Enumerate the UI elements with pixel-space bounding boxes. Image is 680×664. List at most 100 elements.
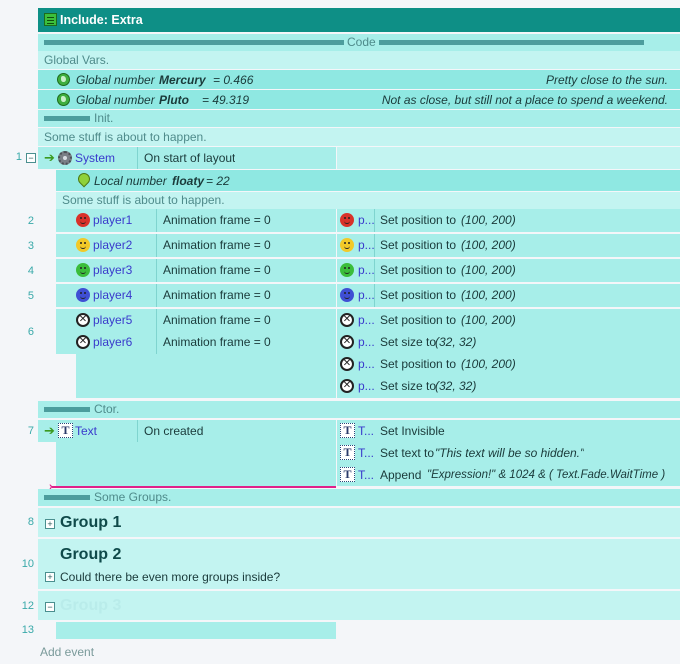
line-number: 7 (27, 425, 34, 437)
var-comment: Not as close, but still not a place to s… (381, 93, 668, 107)
object-name: player2 (93, 238, 133, 252)
face-icon (76, 288, 90, 302)
var-kind: Global number (76, 73, 155, 87)
action-object: T... (358, 424, 375, 438)
add-event-link[interactable]: Add event (40, 645, 94, 659)
header-title: Include: Extra (60, 13, 143, 27)
event-6-conditions[interactable]: ✕ player5 Animation frame = 0 ✕ player6 … (56, 309, 336, 354)
event-condition-row[interactable]: player4 Animation frame = 0 (56, 284, 336, 307)
event-7-condition-row[interactable]: ➔ T Text On created (38, 420, 336, 442)
global-var-row[interactable]: Global number Pluto = 49.319 Not as clos… (38, 90, 680, 109)
event-1-condition-row[interactable]: ➔ System On start of layout (38, 147, 336, 169)
group-description: Could there be even more groups inside? (60, 570, 281, 584)
event-7-actions[interactable]: T T... Set Invisible T T... Set text to … (337, 420, 680, 486)
group-1[interactable]: + Group 1 (38, 508, 680, 537)
x-face-icon: ✕ (76, 313, 90, 327)
expand-toggle[interactable]: + (45, 572, 55, 582)
event-comment[interactable]: Some stuff is about to happen. (56, 192, 680, 209)
globe-icon (57, 73, 70, 86)
action-params: (32, 32) (435, 335, 477, 349)
face-icon (76, 238, 90, 252)
action-text: Append (380, 468, 422, 482)
group-title: Group 3 (60, 597, 122, 614)
object-name: player1 (93, 213, 133, 227)
group-2[interactable]: Group 2 + Could there be even more group… (38, 539, 680, 589)
x-face-icon: ✕ (340, 313, 354, 327)
text-object-icon: T (340, 467, 355, 482)
action-text: Set position to (380, 288, 457, 302)
action-text: Set text to (380, 446, 435, 460)
line-number: 8 (27, 516, 34, 528)
action-object: p... (358, 288, 375, 302)
line-number: 2 (27, 215, 34, 227)
object-name: player3 (93, 263, 133, 277)
face-icon (340, 288, 354, 302)
object-name: player6 (93, 335, 133, 349)
event-1-actions[interactable] (337, 147, 680, 169)
action-params: "Expression!" & 1024 & ( Text.Fade.WaitT… (427, 469, 666, 481)
init-comment[interactable]: Some stuff is about to happen. (38, 128, 680, 146)
local-var-row[interactable]: Local number floaty = 22 (56, 170, 680, 191)
event-condition-row[interactable]: player2 Animation frame = 0 (56, 234, 336, 257)
event-action-row[interactable]: p... Set position to (100, 200) (337, 209, 680, 232)
var-value: = 0.466 (213, 73, 254, 87)
event-6-filler (76, 354, 336, 398)
var-name: Pluto (159, 93, 189, 107)
x-face-icon: ✕ (76, 335, 90, 349)
action-object: T... (358, 468, 375, 482)
var-name: floaty (172, 174, 205, 188)
ctor-section-bar[interactable]: Ctor. (38, 401, 680, 418)
var-name: Mercury (159, 73, 206, 87)
init-section-bar[interactable]: Init. (38, 110, 680, 127)
collapse-toggle[interactable]: − (26, 153, 36, 163)
action-object: p... (358, 263, 375, 277)
line-number: 5 (27, 290, 34, 302)
face-icon (340, 238, 354, 252)
global-var-row[interactable]: Global number Mercury = 0.466 Pretty clo… (38, 70, 680, 89)
action-params: (100, 200) (461, 288, 516, 302)
empty-event-13[interactable] (56, 622, 336, 639)
text-object-icon: T (340, 445, 355, 460)
action-text: Set position to (380, 238, 457, 252)
event-condition-row[interactable]: player3 Animation frame = 0 (56, 259, 336, 282)
action-text: Set position to (380, 213, 457, 227)
event-action-row[interactable]: p... Set position to (100, 200) (337, 234, 680, 257)
groups-section-bar[interactable]: Some Groups. (38, 489, 680, 506)
condition-text: Animation frame = 0 (163, 313, 271, 327)
var-kind: Local number (94, 174, 167, 188)
event-condition-row[interactable]: player1 Animation frame = 0 (56, 209, 336, 232)
event-action-row[interactable]: p... Set position to (100, 200) (337, 284, 680, 307)
action-params: (100, 200) (461, 263, 516, 277)
condition-text: Animation frame = 0 (163, 335, 271, 349)
groups-label: Some Groups. (94, 490, 172, 504)
line-number: 10 (21, 558, 34, 570)
global-vars-comment[interactable]: Global Vars. (38, 51, 680, 69)
code-section-bar[interactable]: Code (38, 34, 680, 51)
event-action-row[interactable]: p... Set position to (100, 200) (337, 259, 680, 282)
x-face-icon: ✕ (340, 335, 354, 349)
event-sheet-header[interactable]: Include: Extra (38, 8, 680, 32)
sheet-icon (44, 13, 57, 26)
group-3[interactable]: − Group 3 (38, 591, 680, 620)
object-name: Text (75, 424, 98, 438)
object-name: player4 (93, 288, 133, 302)
condition-text: Animation frame = 0 (163, 238, 271, 252)
action-object: p... (358, 379, 375, 393)
object-name: player5 (93, 313, 133, 327)
x-face-icon: ✕ (340, 357, 354, 371)
code-section-label: Code (347, 35, 376, 49)
action-text: Set Invisible (380, 424, 445, 438)
action-text: Set position to (380, 313, 457, 327)
event-7-filler (56, 442, 336, 486)
action-object: p... (358, 238, 375, 252)
arrow-icon: ➔ (44, 150, 55, 165)
text-object-icon: T (58, 423, 73, 438)
line-number: 1 (15, 151, 22, 163)
action-text: Set size to (380, 379, 437, 393)
collapse-toggle[interactable]: − (45, 602, 55, 612)
expand-toggle[interactable]: + (45, 519, 55, 529)
line-number: 13 (21, 624, 34, 636)
event-6-actions[interactable]: ✕ p... Set position to (100, 200) ✕ p...… (337, 309, 680, 398)
action-text: Set size to (380, 335, 437, 349)
action-object: T... (358, 446, 375, 460)
